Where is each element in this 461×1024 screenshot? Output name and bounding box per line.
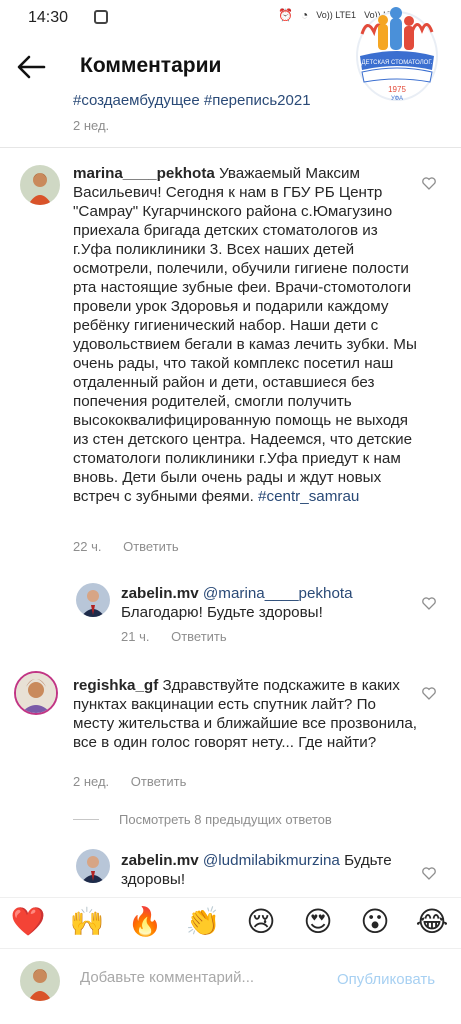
avatar[interactable] [76, 583, 110, 617]
emoji-heart[interactable]: ❤️ [10, 904, 46, 940]
signal-lte1: Vo)) LTE1 [316, 9, 357, 20]
comment-input[interactable] [80, 969, 320, 986]
like-heart-icon[interactable] [422, 177, 436, 190]
publish-button[interactable]: Опубликовать [337, 971, 435, 988]
logo-city: УФА [391, 96, 403, 102]
emoji-laughing[interactable]: 😂 [414, 904, 450, 940]
emoji-heart-eyes[interactable]: 😍 [300, 904, 336, 940]
reply-button[interactable]: Ответить [123, 539, 179, 554]
thread-line [73, 819, 99, 820]
back-button[interactable] [14, 52, 48, 82]
like-heart-icon[interactable] [422, 597, 436, 610]
comment-mention[interactable]: @marina____pekhota [203, 585, 353, 602]
status-time: 14:30 [28, 9, 69, 26]
reply-button[interactable]: Ответить [131, 774, 187, 789]
emoji-crying[interactable]: 😢 [243, 904, 279, 940]
emoji-surprised[interactable]: 😮 [357, 904, 393, 940]
emoji-fire[interactable]: 🔥 [127, 904, 163, 940]
comment-username[interactable]: zabelin.mv [121, 852, 199, 869]
comment-username[interactable]: zabelin.mv [121, 585, 199, 602]
comment-time: 21 ч. [121, 629, 150, 644]
comment-time: 2 нед. [73, 774, 110, 789]
avatar[interactable] [76, 849, 110, 883]
comment-time: 22 ч. [73, 539, 102, 554]
emoji-bar: ❤️ 🙌 🔥 👏 😢 😍 😮 😂 [0, 897, 461, 947]
view-previous-replies[interactable]: Посмотреть 8 предыдущих ответов [73, 812, 332, 827]
avatar[interactable] [14, 671, 58, 715]
my-avatar [20, 961, 60, 1001]
view-previous-label: Посмотреть 8 предыдущих ответов [119, 812, 332, 827]
wifi-icon: ◔ [300, 8, 309, 22]
page-title: Комментарии [80, 54, 222, 77]
back-arrow-icon [17, 55, 46, 79]
reply-button[interactable]: Ответить [171, 629, 227, 644]
alarm-icon: ⏰ [278, 8, 293, 22]
comment-time: 2 нед. [73, 118, 110, 133]
emoji-raised-hands[interactable]: 🙌 [69, 904, 105, 940]
comment-username[interactable]: marina____pekhota [73, 165, 215, 182]
app-notification-icon [94, 10, 108, 24]
divider [0, 147, 461, 148]
like-heart-icon[interactable] [422, 687, 436, 700]
comment-composer: Опубликовать [0, 948, 461, 1012]
emoji-clapping[interactable]: 👏 [185, 904, 221, 940]
avatar[interactable] [20, 165, 60, 205]
comment-text: Благодарю! Будьте здоровы! [121, 604, 323, 621]
like-heart-icon[interactable] [422, 867, 436, 880]
comment-username[interactable]: regishka_gf [73, 677, 158, 694]
comment-hashtag[interactable]: #centr_samrau [258, 488, 359, 505]
hashtag-line[interactable]: #создаембудущее #перепись2021 [73, 92, 311, 109]
comment-text: Уважаемый Максим Васильевич! Сегодня к н… [73, 165, 417, 505]
header: Комментарии [0, 40, 461, 94]
comment-mention[interactable]: @ludmilabikmurzina [203, 852, 340, 869]
